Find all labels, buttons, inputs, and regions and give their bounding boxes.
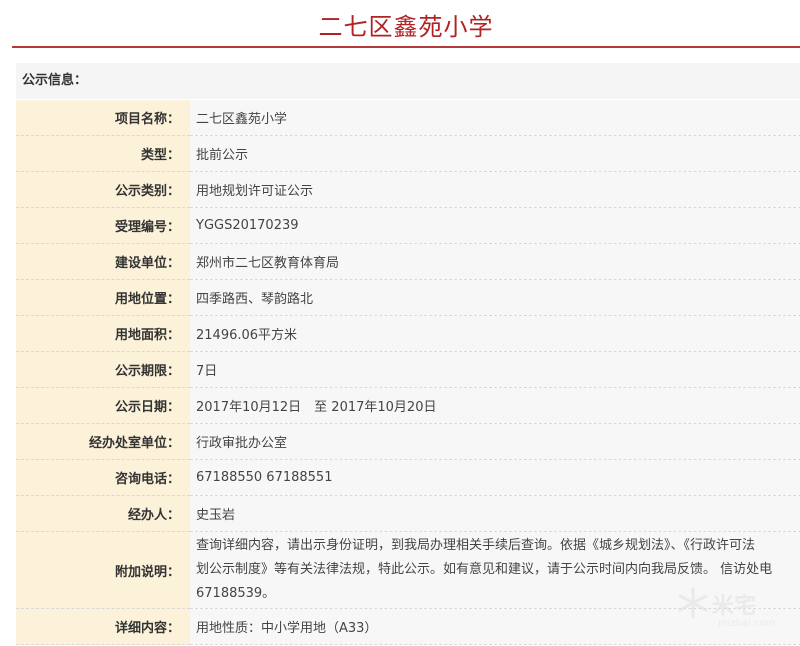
table-row: 公示类别： 用地规划许可证公示 <box>16 171 800 208</box>
row-value-office: 行政审批办公室 <box>190 423 800 460</box>
row-label-detail: 详细内容： <box>16 608 190 645</box>
row-label-handler: 经办人： <box>16 495 190 532</box>
table-row: 受理编号： YGGS20170239 <box>16 207 800 244</box>
row-label-acceptance-no: 受理编号： <box>16 207 190 244</box>
row-label-project-name: 项目名称： <box>16 100 190 136</box>
table-row: 项目名称： 二七区鑫苑小学 <box>16 100 800 136</box>
row-value-project-name: 二七区鑫苑小学 <box>190 100 800 136</box>
watermark-logo: 米宅 mizhai.com <box>676 586 796 636</box>
row-label-period: 公示期限： <box>16 351 190 388</box>
row-label-phone: 咨询电话： <box>16 459 190 496</box>
row-value-period: 7日 <box>190 351 800 388</box>
row-value-builder: 郑州市二七区教育体育局 <box>190 243 800 280</box>
row-label-location: 用地位置： <box>16 279 190 316</box>
table-row: 经办处室单位： 行政审批办公室 <box>16 423 800 460</box>
watermark-sub: mizhai.com <box>718 618 776 629</box>
row-value-category: 用地规划许可证公示 <box>190 171 800 208</box>
table-row: 经办人： 史玉岩 <box>16 495 800 532</box>
row-value-dates: 2017年10月12日 至 2017年10月20日 <box>190 387 800 424</box>
snowflake-icon <box>678 587 708 619</box>
row-label-notes: 附加说明： <box>16 531 190 609</box>
row-value-phone: 67188550 67188551 <box>190 459 800 496</box>
row-value-type: 批前公示 <box>190 135 800 172</box>
row-label-office: 经办处室单位： <box>16 423 190 460</box>
row-label-area: 用地面积： <box>16 315 190 352</box>
table-row: 用地面积： 21496.06平方米 <box>16 315 800 352</box>
notes-line: 查询详细内容，请出示身份证明，到我局办理相关手续后查询。依据《城乡规划法》、《行… <box>196 538 756 553</box>
row-value-handler: 史玉岩 <box>190 495 800 532</box>
info-table: 项目名称： 二七区鑫苑小学 类型： 批前公示 公示类别： 用地规划许可证公示 受… <box>16 100 800 645</box>
table-row: 建设单位： 郑州市二七区教育体育局 <box>16 243 800 280</box>
row-label-type: 类型： <box>16 135 190 172</box>
row-value-acceptance-no: YGGS20170239 <box>190 207 800 244</box>
page-header: 二七区鑫苑小学 <box>12 0 800 48</box>
notes-line: 划公示制度》等有关法律法规，特此公示。如有意见和建议，请于公示时间内向我局反馈。… <box>196 562 773 577</box>
table-row: 咨询电话： 67188550 67188551 <box>16 459 800 496</box>
row-label-category: 公示类别： <box>16 171 190 208</box>
table-row: 公示日期： 2017年10月12日 至 2017年10月20日 <box>16 387 800 424</box>
row-value-location: 四季路西、琴韵路北 <box>190 279 800 316</box>
row-value-area: 21496.06平方米 <box>190 315 800 352</box>
row-label-builder: 建设单位： <box>16 243 190 280</box>
section-heading: 公示信息： <box>16 63 800 99</box>
table-row: 用地位置： 四季路西、琴韵路北 <box>16 279 800 316</box>
table-row: 公示期限： 7日 <box>16 351 800 388</box>
page-title: 二七区鑫苑小学 <box>318 13 494 41</box>
watermark-text: 米宅 <box>712 594 757 619</box>
row-label-dates: 公示日期： <box>16 387 190 424</box>
table-row: 类型： 批前公示 <box>16 135 800 172</box>
